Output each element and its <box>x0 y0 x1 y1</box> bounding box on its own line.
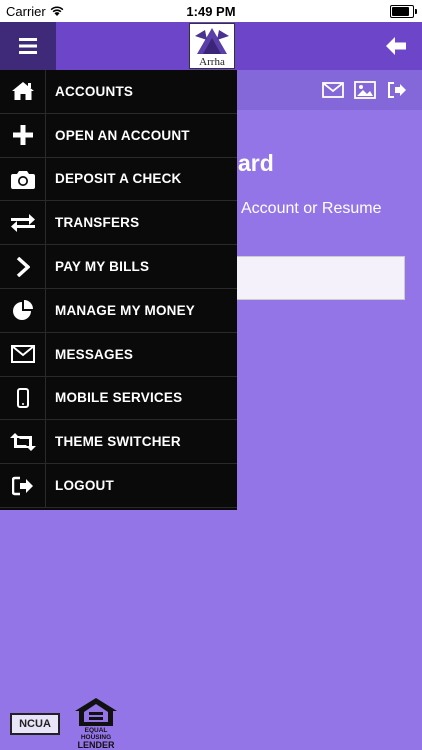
camera-icon <box>10 170 35 189</box>
menu-item-logout[interactable]: LOGOUT <box>0 464 237 508</box>
equal-housing-logo: EQUAL HOUSING LENDER <box>70 697 122 750</box>
back-arrow-icon[interactable] <box>384 34 408 58</box>
pie-chart-icon <box>12 300 33 321</box>
menu-item-label: MESSAGES <box>55 346 134 362</box>
menu-item-label: ACCOUNTS <box>55 83 134 99</box>
status-bar: Carrier 1:49 PM <box>0 0 422 22</box>
page-title: ard <box>238 150 274 176</box>
mobile-phone-icon <box>16 387 29 408</box>
menu-item-manage-money[interactable]: MANAGE MY MONEY <box>0 288 237 333</box>
menu-item-label: OPEN AN ACCOUNT <box>55 127 190 143</box>
menu-item-messages[interactable]: MESSAGES <box>0 332 237 377</box>
image-icon[interactable] <box>354 80 376 100</box>
menu-item-label: TRANSFERS <box>55 215 140 231</box>
menu-item-mobile-services[interactable]: MOBILE SERVICES <box>0 376 237 421</box>
retweet-icon <box>9 432 36 451</box>
status-time: 1:49 PM <box>186 4 236 19</box>
menu-item-label: MANAGE MY MONEY <box>55 302 196 318</box>
menu-item-deposit-check[interactable]: DEPOSIT A CHECK <box>0 157 237 202</box>
page-subtitle: Account or Resume <box>241 200 382 217</box>
menu-item-transfers[interactable]: TRANSFERS <box>0 201 237 246</box>
hamburger-icon <box>19 38 37 54</box>
menu-item-open-account[interactable]: OPEN AN ACCOUNT <box>0 113 237 158</box>
logo-text: Arrha <box>199 56 225 68</box>
equal-housing-house-icon <box>75 698 117 726</box>
equal-housing-text: EQUAL HOUSING <box>80 727 112 741</box>
transfer-arrows-icon <box>10 213 35 232</box>
account-input[interactable] <box>226 256 405 300</box>
menu-item-label: THEME SWITCHER <box>55 434 181 450</box>
logo-mark-icon <box>195 28 229 54</box>
menu-item-theme-switcher[interactable]: THEME SWITCHER <box>0 420 237 465</box>
battery-icon <box>390 5 417 18</box>
app-header: Arrha <box>0 22 422 70</box>
plus-icon <box>12 125 33 146</box>
sign-out-icon <box>11 476 33 495</box>
brand-logo: Arrha <box>189 23 235 69</box>
envelope-icon <box>10 345 35 364</box>
ncua-logo: NCUA <box>10 713 60 735</box>
envelope-icon[interactable] <box>322 80 344 100</box>
menu-toggle-button[interactable] <box>0 22 56 70</box>
menu-item-label: DEPOSIT A CHECK <box>55 171 182 187</box>
menu-item-accounts[interactable]: ACCOUNTS <box>0 70 237 114</box>
menu-item-label: PAY MY BILLS <box>55 259 150 275</box>
chevron-right-icon <box>16 256 30 277</box>
sign-out-icon[interactable] <box>386 80 408 100</box>
navigation-drawer: ACCOUNTS OPEN AN ACCOUNT DEPOSIT A CHECK <box>0 70 237 510</box>
lender-text: LENDER <box>77 740 115 750</box>
home-icon <box>11 82 34 101</box>
menu-item-label: LOGOUT <box>55 478 114 494</box>
menu-item-label: MOBILE SERVICES <box>55 390 183 406</box>
menu-item-pay-bills[interactable]: PAY MY BILLS <box>0 245 237 289</box>
ncua-text: NCUA <box>19 718 51 730</box>
